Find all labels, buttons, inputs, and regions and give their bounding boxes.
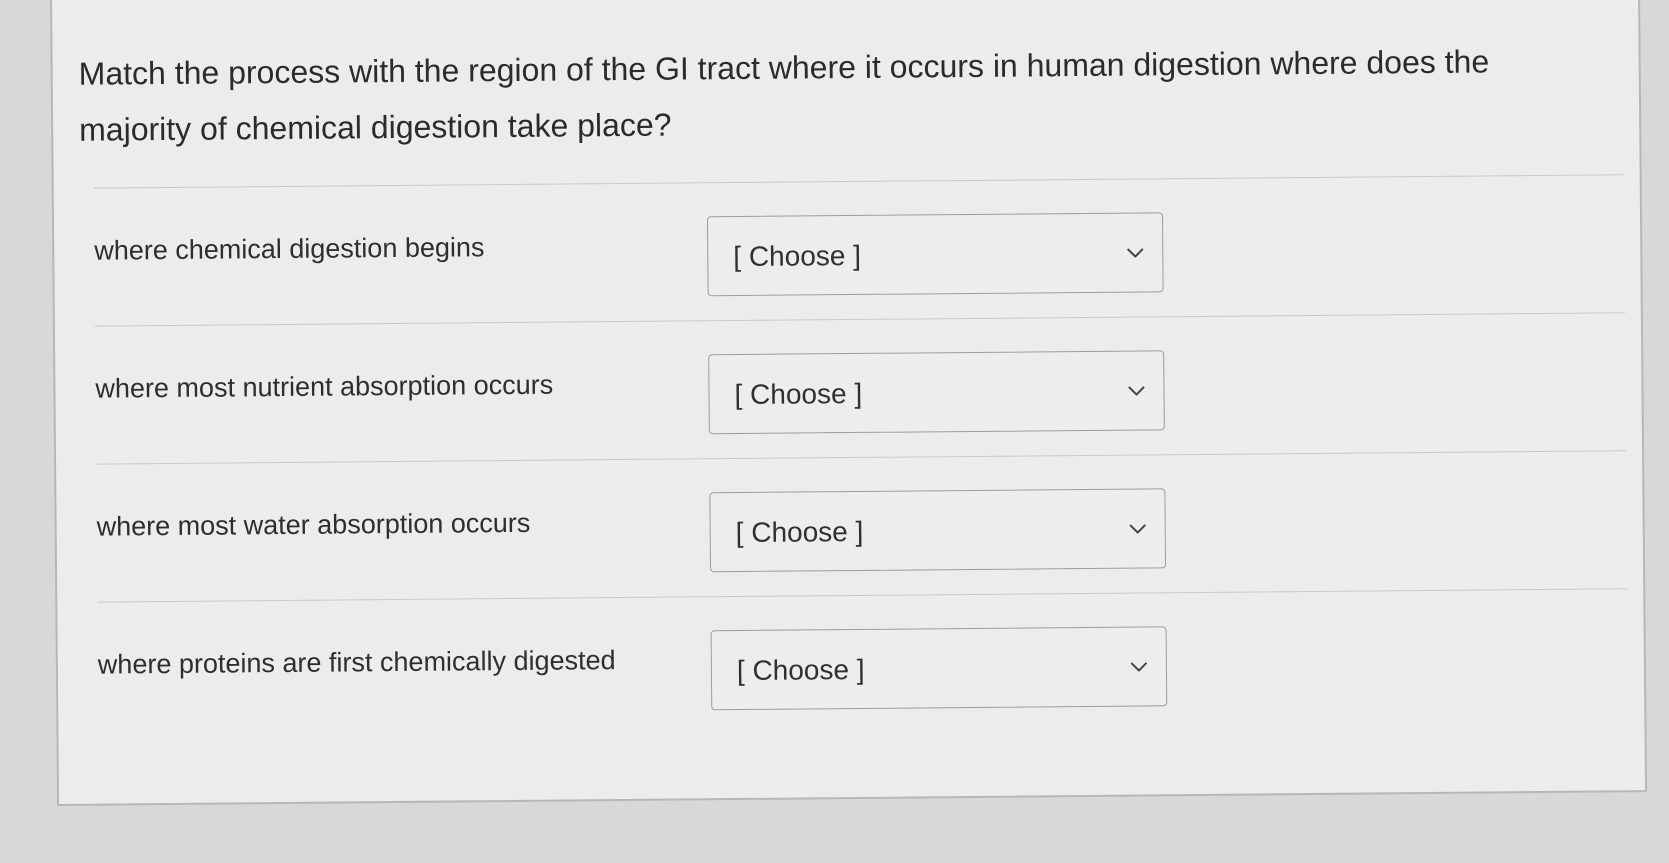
match-prompt: where proteins are first chemically dige… [97, 645, 616, 680]
divider [96, 450, 1627, 465]
divider [97, 588, 1628, 603]
match-row: where most water absorption occurs [ Cho… [96, 484, 1627, 587]
chevron-down-icon [1128, 386, 1145, 396]
select-value: [ Choose ] [733, 239, 862, 273]
chevron-down-icon [1129, 524, 1146, 534]
match-prompt: where chemical digestion begins [94, 232, 485, 266]
answer-select[interactable]: [ Choose ] [706, 212, 1164, 297]
chevron-down-icon [1130, 662, 1147, 672]
select-value: [ Choose ] [736, 653, 865, 687]
answer-select[interactable]: [ Choose ] [708, 350, 1165, 435]
question-card: Match the process with the region of the… [50, 0, 1648, 806]
answer-select[interactable]: [ Choose ] [710, 626, 1168, 711]
divider [94, 312, 1625, 327]
match-row: where proteins are first chemically dige… [98, 622, 1629, 725]
match-row: where most nutrient absorption occurs [ … [95, 346, 1626, 449]
select-value: [ Choose ] [735, 515, 864, 549]
match-prompt: where most nutrient absorption occurs [95, 369, 554, 404]
divider [93, 174, 1624, 189]
answer-select[interactable]: [ Choose ] [709, 488, 1167, 573]
chevron-down-icon [1127, 248, 1144, 258]
question-text: Match the process with the region of the… [78, 43, 1490, 148]
match-prompt: where most water absorption occurs [96, 507, 531, 542]
select-value: [ Choose ] [734, 377, 863, 411]
match-row: where chemical digestion begins [ Choose… [94, 208, 1625, 311]
